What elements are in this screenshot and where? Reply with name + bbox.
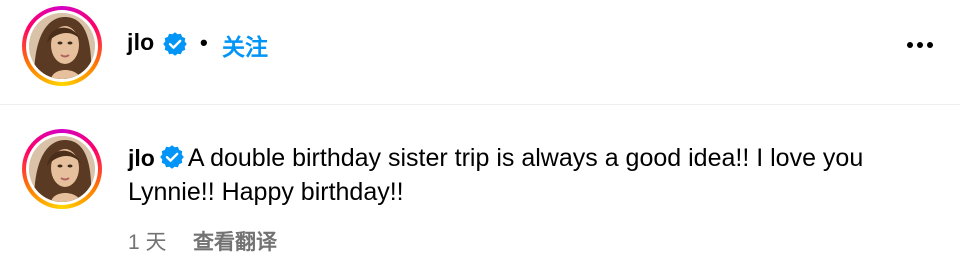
profile-avatar[interactable] <box>22 6 102 86</box>
post-header: jlo • 关注 <box>0 0 960 105</box>
comment-avatar[interactable] <box>22 129 102 209</box>
separator-dot: • <box>200 30 208 55</box>
verified-badge-icon <box>163 32 187 56</box>
comment-body: jlo A double birthday sister trip is alw… <box>128 141 928 209</box>
header-username[interactable]: jlo <box>127 29 154 56</box>
see-translation-button[interactable]: 查看翻译 <box>193 226 277 256</box>
more-options-icon[interactable] <box>900 32 940 56</box>
comment-timestamp: 1 天 <box>128 231 167 254</box>
avatar-image <box>29 13 95 79</box>
verified-badge-icon <box>160 145 184 169</box>
comment-username[interactable]: jlo <box>128 145 155 171</box>
comment-text: A double birthday sister trip is always … <box>128 144 864 206</box>
avatar-image <box>29 136 95 202</box>
follow-button[interactable]: 关注 <box>222 28 268 62</box>
